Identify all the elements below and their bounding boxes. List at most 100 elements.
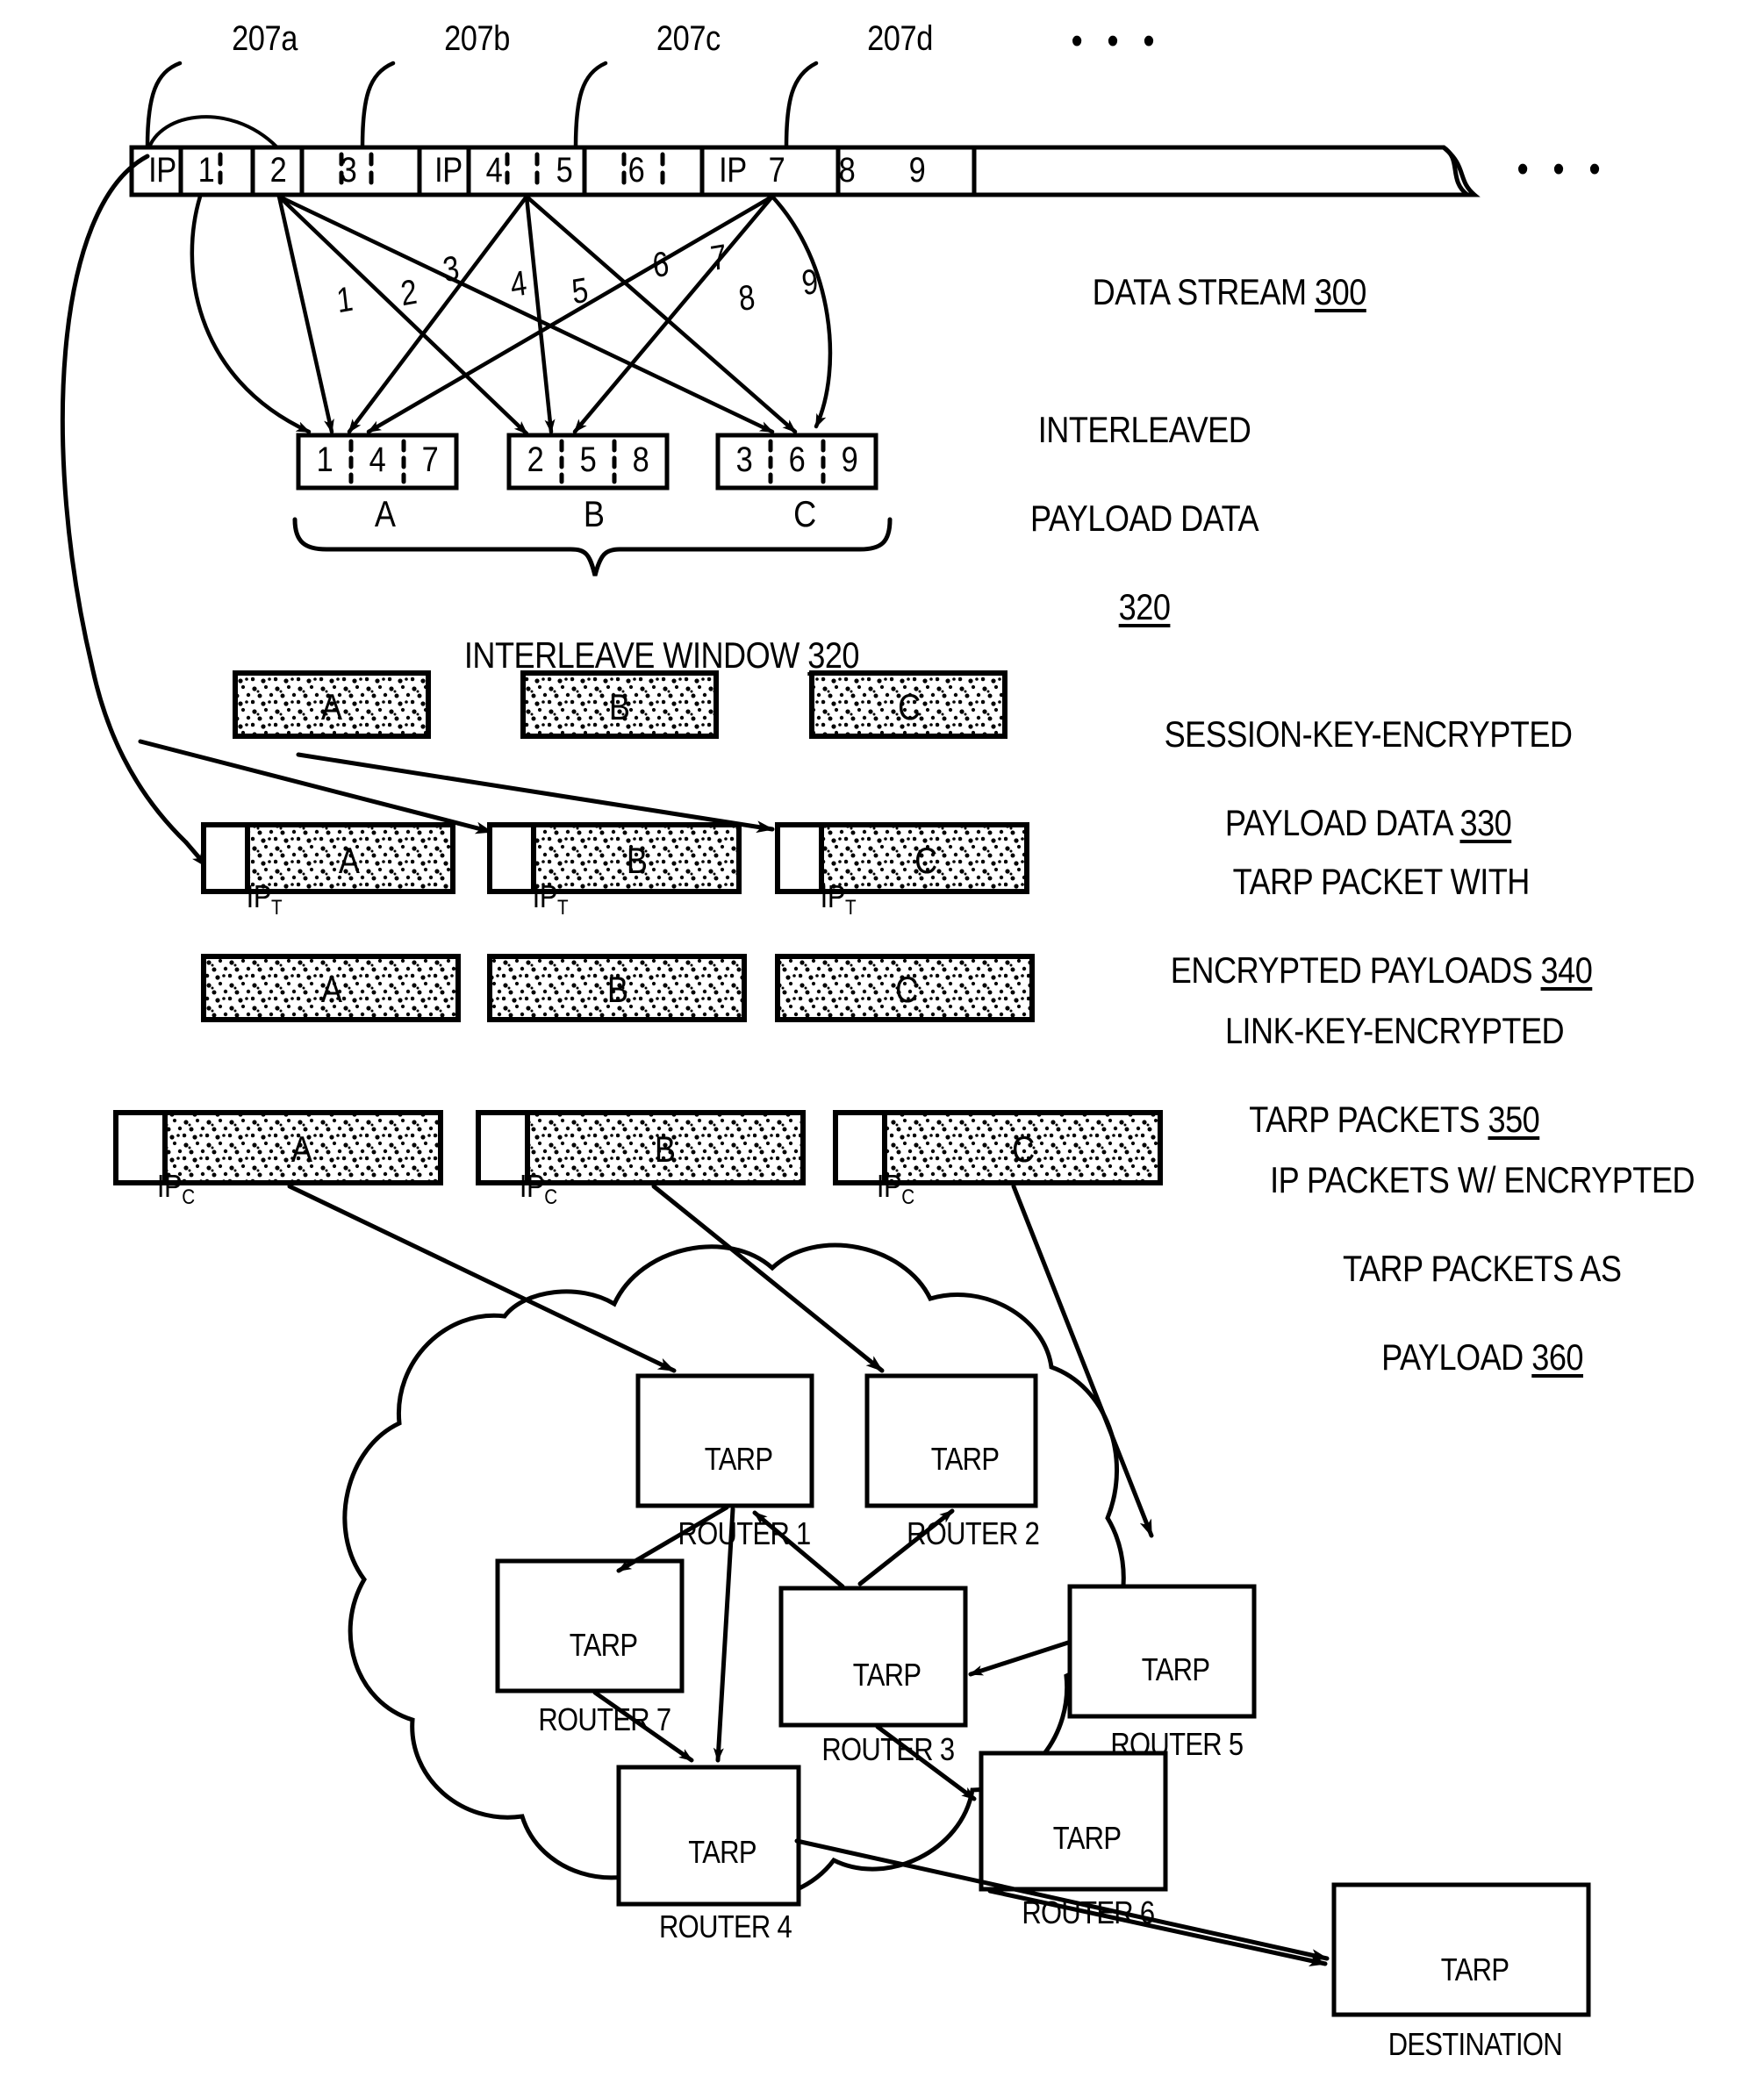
ip-caption-line1: IP PACKETS W/ ENCRYPTED bbox=[1270, 1159, 1695, 1201]
ds-cell-7: 7 bbox=[768, 151, 785, 190]
data-stream-caption: DATA STREAM 300 bbox=[1059, 226, 1367, 359]
ipc-header-b-label: IP bbox=[519, 1168, 545, 1205]
ipc-block-c: C bbox=[1012, 1128, 1035, 1170]
node-r5-line1: TARP bbox=[1141, 1651, 1210, 1688]
il-b-1: 2 bbox=[527, 440, 544, 479]
ds-header-3: IP bbox=[719, 151, 747, 190]
ip-caption-line3: PAYLOAD bbox=[1381, 1336, 1532, 1378]
interleaved-payload-caption: INTERLEAVED PAYLOAD DATA 320 bbox=[969, 364, 1286, 674]
ipc-header-c-sub: C bbox=[901, 1185, 914, 1210]
tarp-header-c: IPT bbox=[792, 842, 857, 956]
ds-cell-3: 3 bbox=[340, 151, 357, 190]
tarp-header-a: IPT bbox=[218, 842, 283, 956]
interleave-window-text: INTERLEAVE WINDOW bbox=[463, 634, 808, 677]
node-r7-line2: ROUTER 7 bbox=[538, 1701, 671, 1738]
sess-block-c: C bbox=[898, 686, 921, 727]
ip-caption-line2: TARP PACKETS AS bbox=[1342, 1248, 1622, 1290]
il-c-3: 9 bbox=[841, 440, 858, 479]
ds-cell-4: 4 bbox=[485, 151, 503, 190]
ipc-header-b-sub: C bbox=[544, 1185, 557, 1210]
ds-cell-1: 1 bbox=[197, 151, 215, 190]
node-r7-line1: TARP bbox=[569, 1627, 638, 1664]
il-b-2: 5 bbox=[579, 440, 597, 479]
tarp-header-c-label: IP bbox=[820, 878, 846, 915]
tarp-header-b-label: IP bbox=[532, 878, 558, 915]
node-r2-line1: TARP bbox=[930, 1441, 1000, 1478]
ds-cell-5: 5 bbox=[556, 151, 573, 190]
node-r4-line1: TARP bbox=[688, 1834, 757, 1871]
node-tarp-router-7[interactable]: TARP ROUTER 7 bbox=[511, 1590, 671, 1776]
tarp-block-b: B bbox=[626, 840, 648, 881]
ipc-header-c-label: IP bbox=[876, 1168, 902, 1205]
interleave-window-ref: 320 bbox=[807, 634, 860, 677]
interleaved-caption-line2: PAYLOAD DATA bbox=[1029, 498, 1259, 540]
callout-207c: 207c bbox=[656, 19, 721, 58]
interleave-window-caption: INTERLEAVE WINDOW 320 bbox=[431, 590, 860, 722]
callout-207d: 207d bbox=[867, 19, 933, 58]
tarp-header-b: IPT bbox=[504, 842, 569, 956]
node-dest-line2: DESTINATION bbox=[1388, 2026, 1563, 2063]
sess-block-b: B bbox=[608, 686, 630, 727]
data-stream-caption-text: DATA STREAM bbox=[1092, 271, 1316, 313]
node-r4-line2: ROUTER 4 bbox=[659, 1908, 792, 1945]
ds-cell-8: 8 bbox=[838, 151, 856, 190]
ds-cell-6: 6 bbox=[627, 151, 645, 190]
node-tarp-router-1[interactable]: TARP ROUTER 1 bbox=[650, 1404, 812, 1590]
ds-cell-2: 2 bbox=[269, 151, 287, 190]
il-a-2: 4 bbox=[369, 440, 386, 479]
ds-cell-9: 9 bbox=[908, 151, 926, 190]
callout-207a: 207a bbox=[232, 19, 298, 58]
node-tarp-router-2[interactable]: TARP ROUTER 2 bbox=[878, 1404, 1040, 1590]
node-tarp-router-6[interactable]: TARP ROUTER 6 bbox=[994, 1783, 1155, 1969]
ip-packets-caption: IP PACKETS W/ ENCRYPTED TARP PACKETS AS … bbox=[1216, 1114, 1715, 1424]
link-caption-line1: LINK-KEY-ENCRYPTED bbox=[1224, 1010, 1565, 1052]
ipc-header-a: IPC bbox=[128, 1132, 195, 1246]
node-r6-line1: TARP bbox=[1052, 1820, 1122, 1857]
il-b-3: 8 bbox=[632, 440, 649, 479]
node-r3-line2: ROUTER 3 bbox=[821, 1731, 955, 1768]
ipc-header-c: IPC bbox=[848, 1132, 914, 1246]
ipc-block-b: B bbox=[654, 1128, 676, 1170]
top-ellipsis: • • • bbox=[1071, 19, 1163, 62]
node-tarp-destination[interactable]: TARP DESTINATION bbox=[1352, 1915, 1570, 2091]
session-caption-line1: SESSION-KEY-ENCRYPTED bbox=[1164, 713, 1573, 755]
node-tarp-router-3[interactable]: TARP ROUTER 3 bbox=[794, 1620, 955, 1806]
il-c-2: 6 bbox=[788, 440, 806, 479]
ipc-header-b: IPC bbox=[491, 1132, 557, 1246]
tarp-block-a: A bbox=[338, 840, 360, 881]
stream-trailing-ellipsis: • • • bbox=[1517, 147, 1609, 190]
tarp-header-a-label: IP bbox=[246, 878, 272, 915]
tarp-header-a-sub: T bbox=[271, 896, 283, 920]
il-group-letter-c: C bbox=[793, 493, 816, 534]
node-r5-line2: ROUTER 5 bbox=[1110, 1726, 1244, 1763]
tarp-header-b-sub: T bbox=[557, 896, 569, 920]
node-tarp-router-5[interactable]: TARP ROUTER 5 bbox=[1083, 1615, 1244, 1801]
tarp-caption-line1: TARP PACKET WITH bbox=[1232, 861, 1531, 903]
link-block-b: B bbox=[606, 969, 628, 1010]
node-r1-line1: TARP bbox=[704, 1441, 773, 1478]
node-r6-line2: ROUTER 6 bbox=[1022, 1894, 1155, 1931]
link-block-c: C bbox=[895, 969, 918, 1010]
node-r3-line1: TARP bbox=[852, 1657, 921, 1694]
il-a-1: 1 bbox=[316, 440, 333, 479]
node-r2-line2: ROUTER 2 bbox=[907, 1515, 1040, 1552]
tarp-block-c: C bbox=[914, 840, 937, 881]
ds-header-1: IP bbox=[148, 151, 176, 190]
link-block-a: A bbox=[320, 969, 342, 1010]
il-a-3: 7 bbox=[421, 440, 439, 479]
node-dest-line1: TARP bbox=[1440, 1951, 1509, 1988]
data-stream-ref: 300 bbox=[1315, 271, 1366, 313]
il-c-1: 3 bbox=[735, 440, 753, 479]
tarp-header-c-sub: T bbox=[845, 896, 857, 920]
interleaved-ref: 320 bbox=[1118, 585, 1171, 627]
ipc-header-a-sub: C bbox=[182, 1185, 195, 1210]
node-tarp-router-4[interactable]: TARP ROUTER 4 bbox=[631, 1797, 792, 1983]
patent-figure-canvas: 207a 207b 207c 207d • • • IP 1 2 3 IP 4 … bbox=[0, 0, 1764, 2091]
ds-header-2: IP bbox=[434, 151, 463, 190]
ipc-header-a-label: IP bbox=[156, 1168, 183, 1205]
interleaved-caption-line1: INTERLEAVED bbox=[1037, 409, 1251, 451]
sess-block-a: A bbox=[320, 686, 342, 727]
node-r1-line2: ROUTER 1 bbox=[678, 1515, 812, 1552]
il-group-letter-a: A bbox=[374, 493, 396, 534]
ip-ref: 360 bbox=[1531, 1336, 1583, 1378]
